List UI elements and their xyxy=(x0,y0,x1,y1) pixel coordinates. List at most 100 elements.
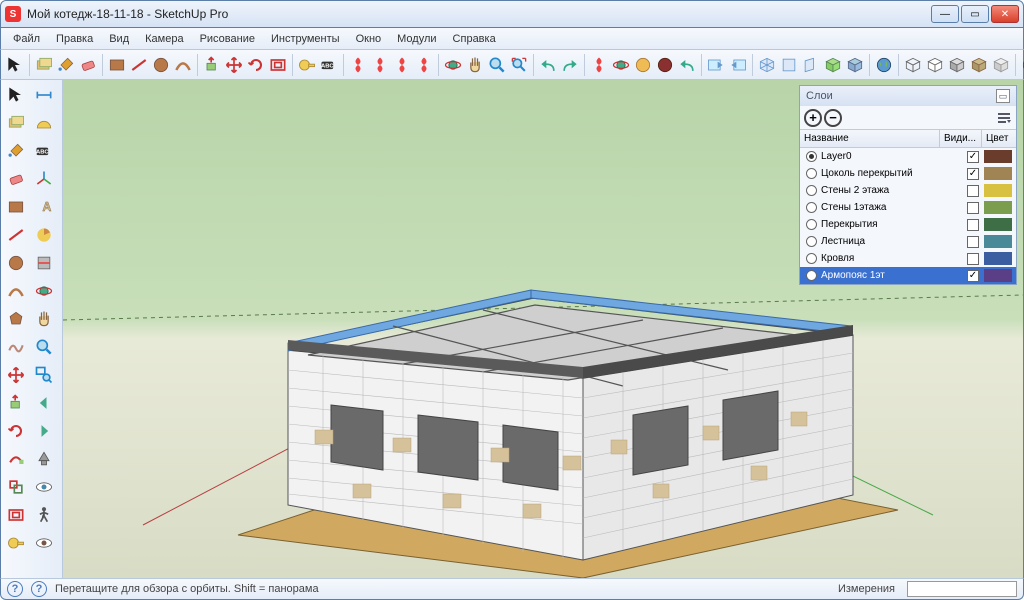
add-layer-button[interactable]: + xyxy=(804,109,822,127)
orbit-icon[interactable] xyxy=(31,278,57,304)
menu-Окно[interactable]: Окно xyxy=(348,30,390,48)
maximize-button[interactable]: ▭ xyxy=(961,5,989,23)
move-icon[interactable] xyxy=(224,53,244,77)
globe-icon[interactable] xyxy=(1020,53,1024,77)
move-icon[interactable] xyxy=(3,362,29,388)
prev-view-icon[interactable] xyxy=(706,53,726,77)
layer-active-radio[interactable] xyxy=(806,270,817,281)
texture-icon[interactable] xyxy=(969,53,989,77)
golden-icon[interactable] xyxy=(633,53,653,77)
shape-red-icon[interactable] xyxy=(392,53,412,77)
offset-icon[interactable] xyxy=(268,53,288,77)
next-icon[interactable] xyxy=(31,418,57,444)
box-blue-icon[interactable] xyxy=(845,53,865,77)
menu-Вид[interactable]: Вид xyxy=(101,30,137,48)
component-icon[interactable] xyxy=(34,53,54,77)
shape-red-icon[interactable] xyxy=(589,53,609,77)
menu-Камера[interactable]: Камера xyxy=(137,30,191,48)
layer-visible-checkbox[interactable] xyxy=(967,219,979,231)
close-button[interactable]: ✕ xyxy=(991,5,1019,23)
zoom-icon[interactable] xyxy=(487,53,507,77)
tape-icon[interactable] xyxy=(3,530,29,556)
measure-icon[interactable] xyxy=(297,53,317,77)
layer-visible-checkbox[interactable] xyxy=(967,185,979,197)
layer-color-swatch[interactable] xyxy=(984,167,1012,180)
layer-active-radio[interactable] xyxy=(806,253,817,264)
rotate-icon[interactable] xyxy=(3,418,29,444)
mono-icon[interactable] xyxy=(991,53,1011,77)
layers-col-name[interactable]: Название xyxy=(800,130,940,147)
measurements-input[interactable] xyxy=(907,581,1017,597)
layer-color-swatch[interactable] xyxy=(984,269,1012,282)
paint-bucket-icon[interactable] xyxy=(56,53,76,77)
dimension-icon[interactable] xyxy=(31,82,57,108)
rotate-icon[interactable] xyxy=(246,53,266,77)
zoom-extents-icon[interactable] xyxy=(509,53,529,77)
polygon-icon[interactable] xyxy=(3,306,29,332)
layers-panel-title-bar[interactable]: Слои ▭ xyxy=(800,86,1016,106)
paint-bucket-icon[interactable] xyxy=(3,138,29,164)
scale-icon[interactable] xyxy=(3,474,29,500)
axes-icon[interactable] xyxy=(31,166,57,192)
layers-col-color[interactable]: Цвет xyxy=(982,130,1016,147)
minimize-button[interactable]: — xyxy=(931,5,959,23)
menu-Справка[interactable]: Справка xyxy=(445,30,504,48)
layer-visible-checkbox[interactable]: ✓ xyxy=(967,168,979,180)
layer-active-radio[interactable] xyxy=(806,236,817,247)
shape-red-icon[interactable] xyxy=(348,53,368,77)
menu-Правка[interactable]: Правка xyxy=(48,30,101,48)
look-icon[interactable] xyxy=(31,474,57,500)
layers-panel[interactable]: Слои ▭ + − Название Види... Цвет Layer0✓… xyxy=(799,85,1017,285)
layer-active-radio[interactable] xyxy=(806,151,817,162)
freehand-icon[interactable] xyxy=(3,334,29,360)
select-arrow-icon[interactable] xyxy=(3,82,29,108)
position-camera-icon[interactable] xyxy=(31,446,57,472)
eye-icon[interactable] xyxy=(31,530,57,556)
layer-color-swatch[interactable] xyxy=(984,235,1012,248)
line-icon[interactable] xyxy=(3,222,29,248)
layer-visible-checkbox[interactable] xyxy=(967,202,979,214)
globe-icon[interactable] xyxy=(874,53,894,77)
follow-me-icon[interactable] xyxy=(3,446,29,472)
remove-layer-button[interactable]: − xyxy=(824,109,842,127)
menu-Инструменты[interactable]: Инструменты xyxy=(263,30,348,48)
section-icon[interactable] xyxy=(31,250,57,276)
layer-row[interactable]: Стены 2 этажа xyxy=(800,182,1016,199)
circle-icon[interactable] xyxy=(3,250,29,276)
menu-Рисование[interactable]: Рисование xyxy=(192,30,263,48)
maroon-icon[interactable] xyxy=(655,53,675,77)
layer-visible-checkbox[interactable]: ✓ xyxy=(967,270,979,282)
eraser-icon[interactable] xyxy=(3,166,29,192)
zoom-icon[interactable] xyxy=(31,334,57,360)
walk-icon[interactable] xyxy=(31,502,57,528)
text-icon[interactable]: ABC xyxy=(319,53,339,77)
layers-detail-icon[interactable] xyxy=(996,110,1012,126)
shape-red-icon[interactable] xyxy=(414,53,434,77)
line-icon[interactable] xyxy=(129,53,149,77)
menu-Модули[interactable]: Модули xyxy=(389,30,444,48)
hidden-icon[interactable] xyxy=(925,53,945,77)
layers-col-visible[interactable]: Види... xyxy=(940,130,982,147)
push-pull-icon[interactable] xyxy=(3,390,29,416)
layer-color-swatch[interactable] xyxy=(984,201,1012,214)
undo-green-icon[interactable] xyxy=(677,53,697,77)
layer-row[interactable]: Лестница xyxy=(800,233,1016,250)
circle-icon[interactable] xyxy=(151,53,171,77)
layer-active-radio[interactable] xyxy=(806,185,817,196)
layer-color-swatch[interactable] xyxy=(984,252,1012,265)
component-icon[interactable] xyxy=(3,110,29,136)
front-icon[interactable] xyxy=(779,53,799,77)
redo-icon[interactable] xyxy=(560,53,580,77)
layer-active-radio[interactable] xyxy=(806,168,817,179)
eraser-icon[interactable] xyxy=(78,53,98,77)
select-arrow-icon[interactable] xyxy=(5,53,25,77)
help-icon-2[interactable]: ? xyxy=(31,581,47,597)
pan-icon[interactable] xyxy=(31,306,57,332)
wireframe-icon[interactable] xyxy=(903,53,923,77)
layer-active-radio[interactable] xyxy=(806,202,817,213)
layer-row[interactable]: Layer0✓ xyxy=(800,148,1016,165)
layer-visible-checkbox[interactable]: ✓ xyxy=(967,151,979,163)
arc-icon[interactable] xyxy=(3,278,29,304)
menu-Файл[interactable]: Файл xyxy=(5,30,48,48)
zoom-window-icon[interactable] xyxy=(31,362,57,388)
